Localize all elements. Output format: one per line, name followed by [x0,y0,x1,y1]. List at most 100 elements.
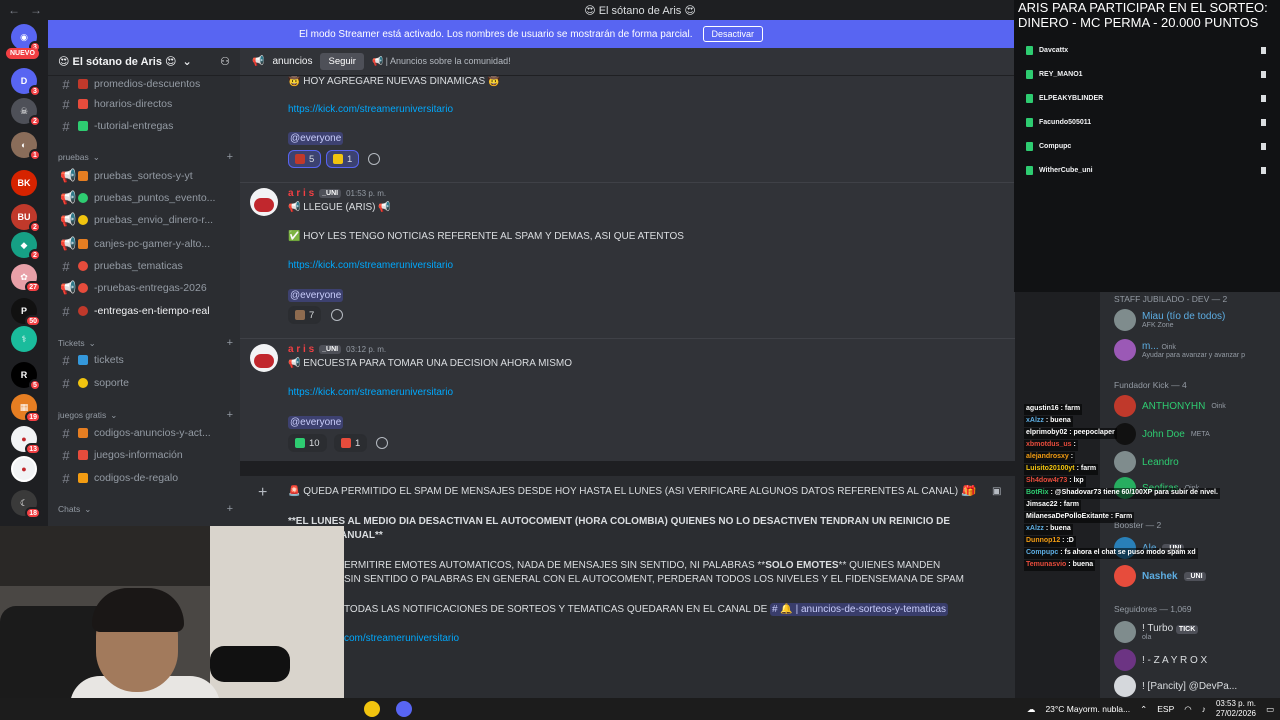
message-link[interactable]: https://kick.com/streameruniversitario [288,104,453,115]
discord-icon[interactable] [396,701,412,717]
clock[interactable]: 03:53 p. m. 27/02/2026 [1216,699,1256,719]
message-composer[interactable]: + 🚨 QUEDA PERMITIDO EL SPAM DE MENSAJES … [240,476,1015,698]
channel-label: horarios-directos [94,98,173,110]
follow-button[interactable]: Seguir [320,53,364,70]
channel-label: juegos-información [94,449,183,461]
megaphone-icon: 📢 [60,212,77,227]
add-channel-icon[interactable]: + [227,503,233,515]
channel-item[interactable]: # horarios-directos [56,94,236,114]
member-item[interactable]: ! [Pancity] @DevPa... [1114,674,1280,698]
reaction[interactable]: 1 [326,150,360,168]
trash-icon[interactable] [1261,118,1266,126]
language-indicator[interactable]: ESP [1157,704,1174,714]
server-icon[interactable]: ● 13 [11,426,41,455]
server-icon[interactable]: BU 2 [11,204,41,233]
trash-icon[interactable] [1261,166,1266,174]
ticket-icon [78,355,88,365]
channel-item[interactable]: 📢 pruebas_sorteos-y-yt [56,166,236,186]
trash-icon[interactable] [1261,70,1266,78]
channel-item[interactable]: # codigos-anuncios-y-act... [56,423,236,443]
server-icon[interactable]: ▦ 19 [11,394,41,423]
channel-item[interactable]: # promedios-descuentos [56,74,236,94]
guild-name: 😍 El sótano de Aris 😍 [58,56,177,68]
add-reaction-icon[interactable] [331,309,343,321]
message-link[interactable]: https://kick.com/streameruniversitario [288,387,453,398]
server-icon[interactable]: ◐ 1 [11,132,41,161]
message-link[interactable]: https://kick.com/streameruniversitario [288,260,453,271]
server-icon[interactable]: ◆ 2 [11,232,41,261]
channel-item[interactable]: 📢 pruebas_puntos_evento... [56,188,236,208]
username[interactable]: a r i s [288,344,314,355]
forward-arrow-icon[interactable]: → [30,3,42,17]
composer-link[interactable]: com/streameruniversitario [344,633,459,644]
invite-people-icon[interactable]: ⚇ [220,55,230,68]
back-arrow-icon[interactable]: ← [8,3,20,17]
add-reaction-icon[interactable] [368,153,380,165]
server-icon[interactable]: P 50 [11,298,41,327]
avatar[interactable] [250,188,278,216]
category-pruebas[interactable]: pruebas ⌄ + [58,150,233,164]
chevron-down-icon[interactable]: ⌄ [183,55,192,68]
trash-icon[interactable] [1261,46,1266,54]
member-item[interactable]: ! - Z A Y R O X [1114,648,1280,672]
chevron-up-icon[interactable]: ⌃ [1140,704,1147,715]
guild-header[interactable]: 😍 El sótano de Aris 😍 ⌄ ⚇ [48,48,240,76]
avatar[interactable] [250,344,278,372]
member-item[interactable]: Miau (tío de todos) AFK Zone [1114,308,1280,332]
disable-streamer-mode-button[interactable]: Desactivar [702,26,764,42]
gift-icon[interactable]: 🎁 [964,486,976,497]
channel-item[interactable]: 📢 -pruebas-entregas-2026 [56,278,236,298]
channel-item[interactable]: 📢 pruebas_envio_dinero-r... [56,210,236,230]
reaction[interactable]: 5 [288,150,322,168]
add-channel-icon[interactable]: + [227,151,233,163]
channel-item[interactable]: # juegos-información [56,445,236,465]
category-tickets[interactable]: Tickets ⌄ + [58,336,233,350]
gif-icon[interactable]: ▣ [992,486,1001,497]
channel-item[interactable]: # -tutorial-entregas [56,116,236,136]
server-icon[interactable]: ☾ 18 [11,490,41,519]
reaction[interactable]: 10 [288,434,327,452]
server-icon[interactable]: ✿ 27 [11,264,41,293]
category-juegos[interactable]: juegos gratis ⌄ + [58,408,233,422]
add-channel-icon[interactable]: + [227,337,233,349]
server-icon[interactable]: BK [11,170,37,196]
channel-item[interactable]: # soporte [56,373,236,393]
chat-line: xAlzz : buena [1024,524,1073,535]
channel-name: anuncios [272,56,313,67]
member-item[interactable]: m... Oink Ayudar para avanzar y avanzar p [1114,338,1280,362]
message-content: 🤠 HOY AGREGARE NUEVAS DINAMICAS 🤠 [288,76,501,87]
trash-icon[interactable] [1261,94,1266,102]
category-chats[interactable]: Chats ⌄ + [58,502,233,516]
server-icon[interactable]: ☠ 2 [11,98,41,127]
volume-icon[interactable]: ♪ [1202,704,1206,714]
channel-topic: 📢 | Anuncios sobre la comunidad! [371,56,511,66]
megaphone-icon: 📢 [252,56,265,67]
chat-line: Sh4dow4r73 : lxp [1024,476,1086,487]
weather-text[interactable]: 23°C Mayorm. nubla... [1045,704,1130,714]
notifications-icon[interactable]: ▭ [1266,704,1274,715]
server-icon-active[interactable]: ● [11,456,37,482]
channel-item[interactable]: # tickets [56,350,236,370]
nav-arrows[interactable]: ← → [8,3,42,17]
attach-plus-icon[interactable]: + [258,484,267,502]
direct-messages-icon[interactable]: ◉ 3 [11,24,41,53]
channel-item[interactable]: # pruebas_tematicas [56,256,236,276]
trash-icon[interactable] [1261,142,1266,150]
reaction[interactable]: 7 [288,306,322,324]
wifi-icon[interactable]: ◠ [1184,704,1191,715]
message-content: 📢 ENCUESTA PARA TOMAR UNA DECISION AHORA… [288,358,572,369]
channel-item[interactable]: # codigos-de-regalo [56,468,236,488]
member-item[interactable]: ! Turbo TICK ola [1114,620,1280,644]
add-channel-icon[interactable]: + [227,409,233,421]
server-icon[interactable]: D3 [11,68,41,97]
chrome-icon[interactable] [364,701,380,717]
username[interactable]: a r i s [288,188,314,199]
channel-item[interactable]: # -entregas-en-tiempo-real [56,301,236,321]
chat-line: Temunasvio : buena [1024,560,1096,571]
server-icon[interactable]: ⚕ [11,326,37,352]
reaction[interactable]: 1 [334,434,368,452]
server-icon[interactable]: R5 [11,362,41,391]
channel-item[interactable]: 📢 canjes-pc-gamer-y-alto... [56,234,236,254]
add-reaction-icon[interactable] [376,437,388,449]
chat-line: MilanesaDePolloExitante : Farm [1024,512,1135,523]
